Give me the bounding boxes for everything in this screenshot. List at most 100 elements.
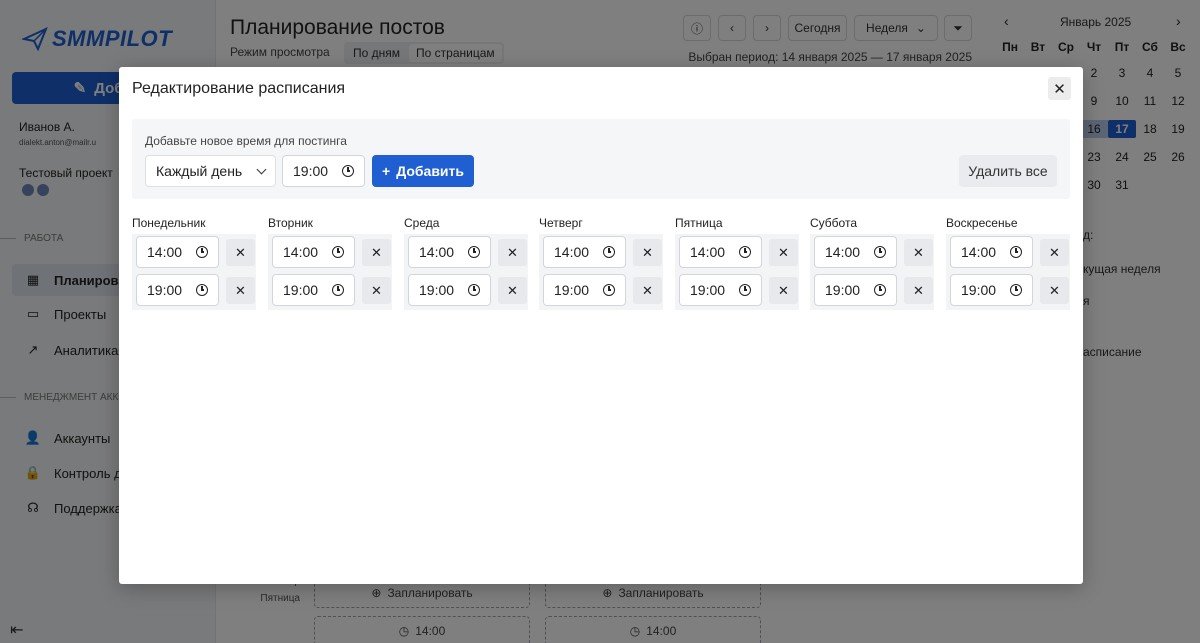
time-entry: 14:00 ✕: [270, 236, 391, 270]
modal-title: Редактирование расписания: [132, 80, 346, 97]
day-column-thursday: Четверг 14:00 ✕ 19:00 ✕: [539, 215, 663, 310]
remove-time-button[interactable]: ✕: [769, 239, 798, 266]
time-entry: 19:00 ✕: [948, 274, 1069, 308]
day-column-sunday: Воскресенье 14:00 ✕ 19:00 ✕: [946, 215, 1070, 310]
close-icon: ✕: [507, 282, 518, 298]
remove-time-button[interactable]: ✕: [633, 277, 662, 304]
time-input[interactable]: 19:00: [136, 274, 219, 306]
close-icon: ✕: [235, 244, 246, 260]
edit-schedule-modal: Редактирование расписания ✕ Добавьте нов…: [119, 67, 1083, 584]
time-entry: 14:00 ✕: [134, 236, 255, 270]
remove-time-button[interactable]: ✕: [362, 277, 391, 304]
time-input[interactable]: 19:00: [408, 274, 491, 306]
plus-icon: +: [382, 163, 391, 179]
remove-time-button[interactable]: ✕: [904, 239, 933, 266]
day-column-saturday: Суббота 14:00 ✕ 19:00 ✕: [810, 215, 934, 310]
time-entry: 19:00 ✕: [270, 274, 391, 308]
day-times: 14:00 ✕ 19:00 ✕: [404, 234, 528, 310]
clock-icon: [196, 284, 208, 296]
time-input[interactable]: 19:00: [814, 274, 897, 306]
remove-time-button[interactable]: ✕: [1040, 239, 1069, 266]
time-entry: 19:00 ✕: [134, 274, 255, 308]
close-icon: ✕: [235, 282, 246, 298]
day-times: 14:00 ✕ 19:00 ✕: [268, 234, 392, 310]
time-input[interactable]: 14:00: [136, 236, 219, 268]
remove-time-button[interactable]: ✕: [633, 239, 662, 266]
close-icon: ✕: [913, 244, 924, 260]
clock-icon: [739, 246, 751, 258]
time-input[interactable]: 14:00: [272, 236, 355, 268]
close-icon: ✕: [507, 244, 518, 260]
add-time-button[interactable]: + Добавить: [372, 155, 474, 187]
frequency-select[interactable]: Каждый день: [145, 155, 276, 187]
remove-time-button[interactable]: ✕: [498, 239, 527, 266]
time-input[interactable]: 14:00: [408, 236, 491, 268]
close-icon: ✕: [1053, 80, 1066, 98]
clock-icon: [603, 246, 615, 258]
clock-icon: [739, 284, 751, 296]
close-icon: ✕: [642, 282, 653, 298]
chevron-down-icon: [256, 164, 267, 174]
clock-icon: [1010, 246, 1022, 258]
day-name: Понедельник: [132, 216, 206, 230]
clock-icon: [603, 284, 615, 296]
day-name: Вторник: [268, 216, 313, 230]
time-input[interactable]: 19:00: [272, 274, 355, 306]
remove-time-button[interactable]: ✕: [362, 239, 391, 266]
clock-icon: [332, 246, 344, 258]
clock-icon: [1010, 284, 1022, 296]
time-entry: 19:00 ✕: [541, 274, 662, 308]
remove-time-button[interactable]: ✕: [769, 277, 798, 304]
close-icon: ✕: [913, 282, 924, 298]
time-entry: 14:00 ✕: [812, 236, 933, 270]
close-icon: ✕: [642, 244, 653, 260]
add-time-panel: Добавьте новое время для постинга Каждый…: [132, 119, 1070, 199]
time-input[interactable]: 14:00: [679, 236, 762, 268]
day-name: Пятница: [675, 216, 723, 230]
day-name: Среда: [404, 216, 440, 230]
time-entry: 14:00 ✕: [406, 236, 527, 270]
close-icon: ✕: [778, 244, 789, 260]
add-time-label: Добавьте новое время для постинга: [145, 134, 347, 148]
day-times: 14:00 ✕ 19:00 ✕: [946, 234, 1070, 310]
time-entry: 19:00 ✕: [406, 274, 527, 308]
time-input[interactable]: 14:00: [543, 236, 626, 268]
clock-icon: [468, 246, 480, 258]
close-icon: ✕: [371, 282, 382, 298]
close-button[interactable]: ✕: [1048, 77, 1071, 100]
remove-time-button[interactable]: ✕: [1040, 277, 1069, 304]
remove-time-button[interactable]: ✕: [226, 277, 255, 304]
close-icon: ✕: [1049, 282, 1060, 298]
day-column-wednesday: Среда 14:00 ✕ 19:00 ✕: [404, 215, 528, 310]
day-times: 14:00 ✕ 19:00 ✕: [810, 234, 934, 310]
day-times: 14:00 ✕ 19:00 ✕: [675, 234, 799, 310]
day-column-monday: Понедельник 14:00 ✕ 19:00 ✕: [132, 215, 256, 310]
day-name: Суббота: [810, 216, 857, 230]
close-icon: ✕: [778, 282, 789, 298]
time-input[interactable]: 19:00: [543, 274, 626, 306]
time-input[interactable]: 19:00: [950, 274, 1033, 306]
time-entry: 14:00 ✕: [541, 236, 662, 270]
remove-time-button[interactable]: ✕: [498, 277, 527, 304]
day-name: Четверг: [539, 216, 583, 230]
day-column-tuesday: Вторник 14:00 ✕ 19:00 ✕: [268, 215, 392, 310]
day-times: 14:00 ✕ 19:00 ✕: [132, 234, 256, 310]
clock-icon: [196, 246, 208, 258]
delete-all-button[interactable]: Удалить все: [959, 155, 1057, 187]
remove-time-button[interactable]: ✕: [904, 277, 933, 304]
time-entry: 14:00 ✕: [948, 236, 1069, 270]
remove-time-button[interactable]: ✕: [226, 239, 255, 266]
day-name: Воскресенье: [946, 216, 1018, 230]
time-input[interactable]: 14:00: [950, 236, 1033, 268]
clock-icon: [468, 284, 480, 296]
day-column-friday: Пятница 14:00 ✕ 19:00 ✕: [675, 215, 799, 310]
time-input[interactable]: 14:00: [814, 236, 897, 268]
close-icon: ✕: [371, 244, 382, 260]
clock-icon: [874, 284, 886, 296]
time-entry: 19:00 ✕: [812, 274, 933, 308]
new-time-input[interactable]: 19:00: [282, 155, 365, 187]
clock-icon: [874, 246, 886, 258]
time-input[interactable]: 19:00: [679, 274, 762, 306]
clock-icon: [342, 165, 354, 177]
clock-icon: [332, 284, 344, 296]
